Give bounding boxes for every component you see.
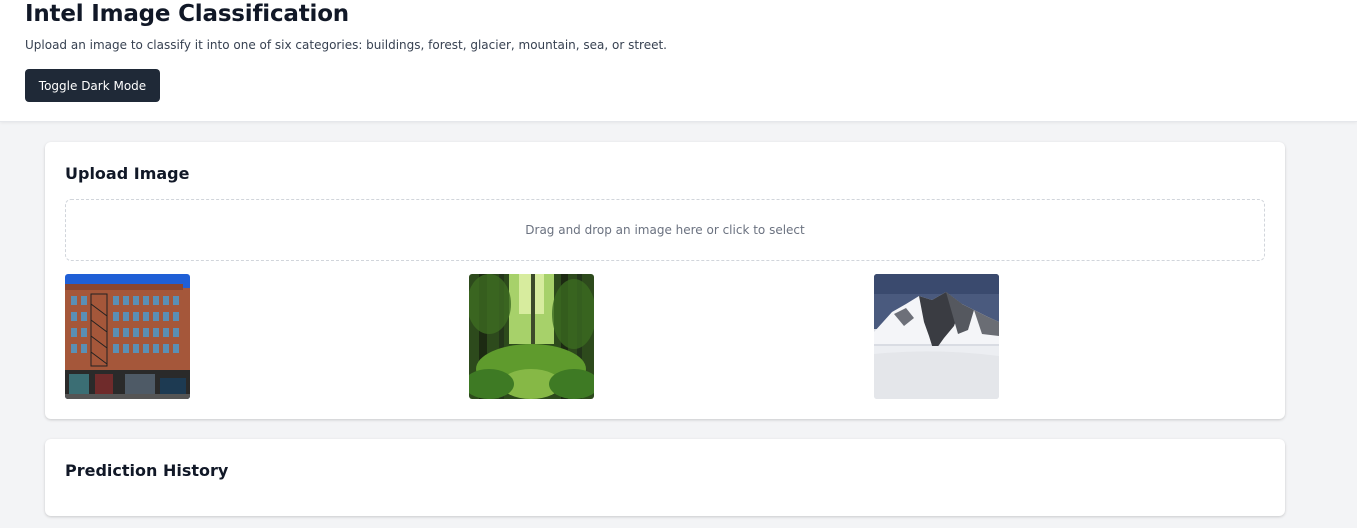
history-title: Prediction History [65,461,229,480]
glacier-image [874,274,999,399]
app-header: Intel Image Classification Upload an ima… [0,0,1357,122]
toggle-dark-mode-button[interactable]: Toggle Dark Mode [25,69,160,102]
page-subtitle: Upload an image to classify it into one … [25,38,667,52]
image-dropzone[interactable]: Drag and drop an image here or click to … [65,199,1265,261]
sample-image-buildings[interactable] [65,274,190,399]
dropzone-text: Drag and drop an image here or click to … [525,223,805,237]
upload-card: Upload Image Drag and drop an image here… [45,142,1285,419]
history-card: Prediction History [45,439,1285,516]
buildings-image [65,274,190,399]
sample-image-forest[interactable] [469,274,594,399]
page-title: Intel Image Classification [25,1,349,27]
forest-image [469,274,594,399]
sample-image-glacier[interactable] [874,274,999,399]
upload-title: Upload Image [65,164,190,183]
